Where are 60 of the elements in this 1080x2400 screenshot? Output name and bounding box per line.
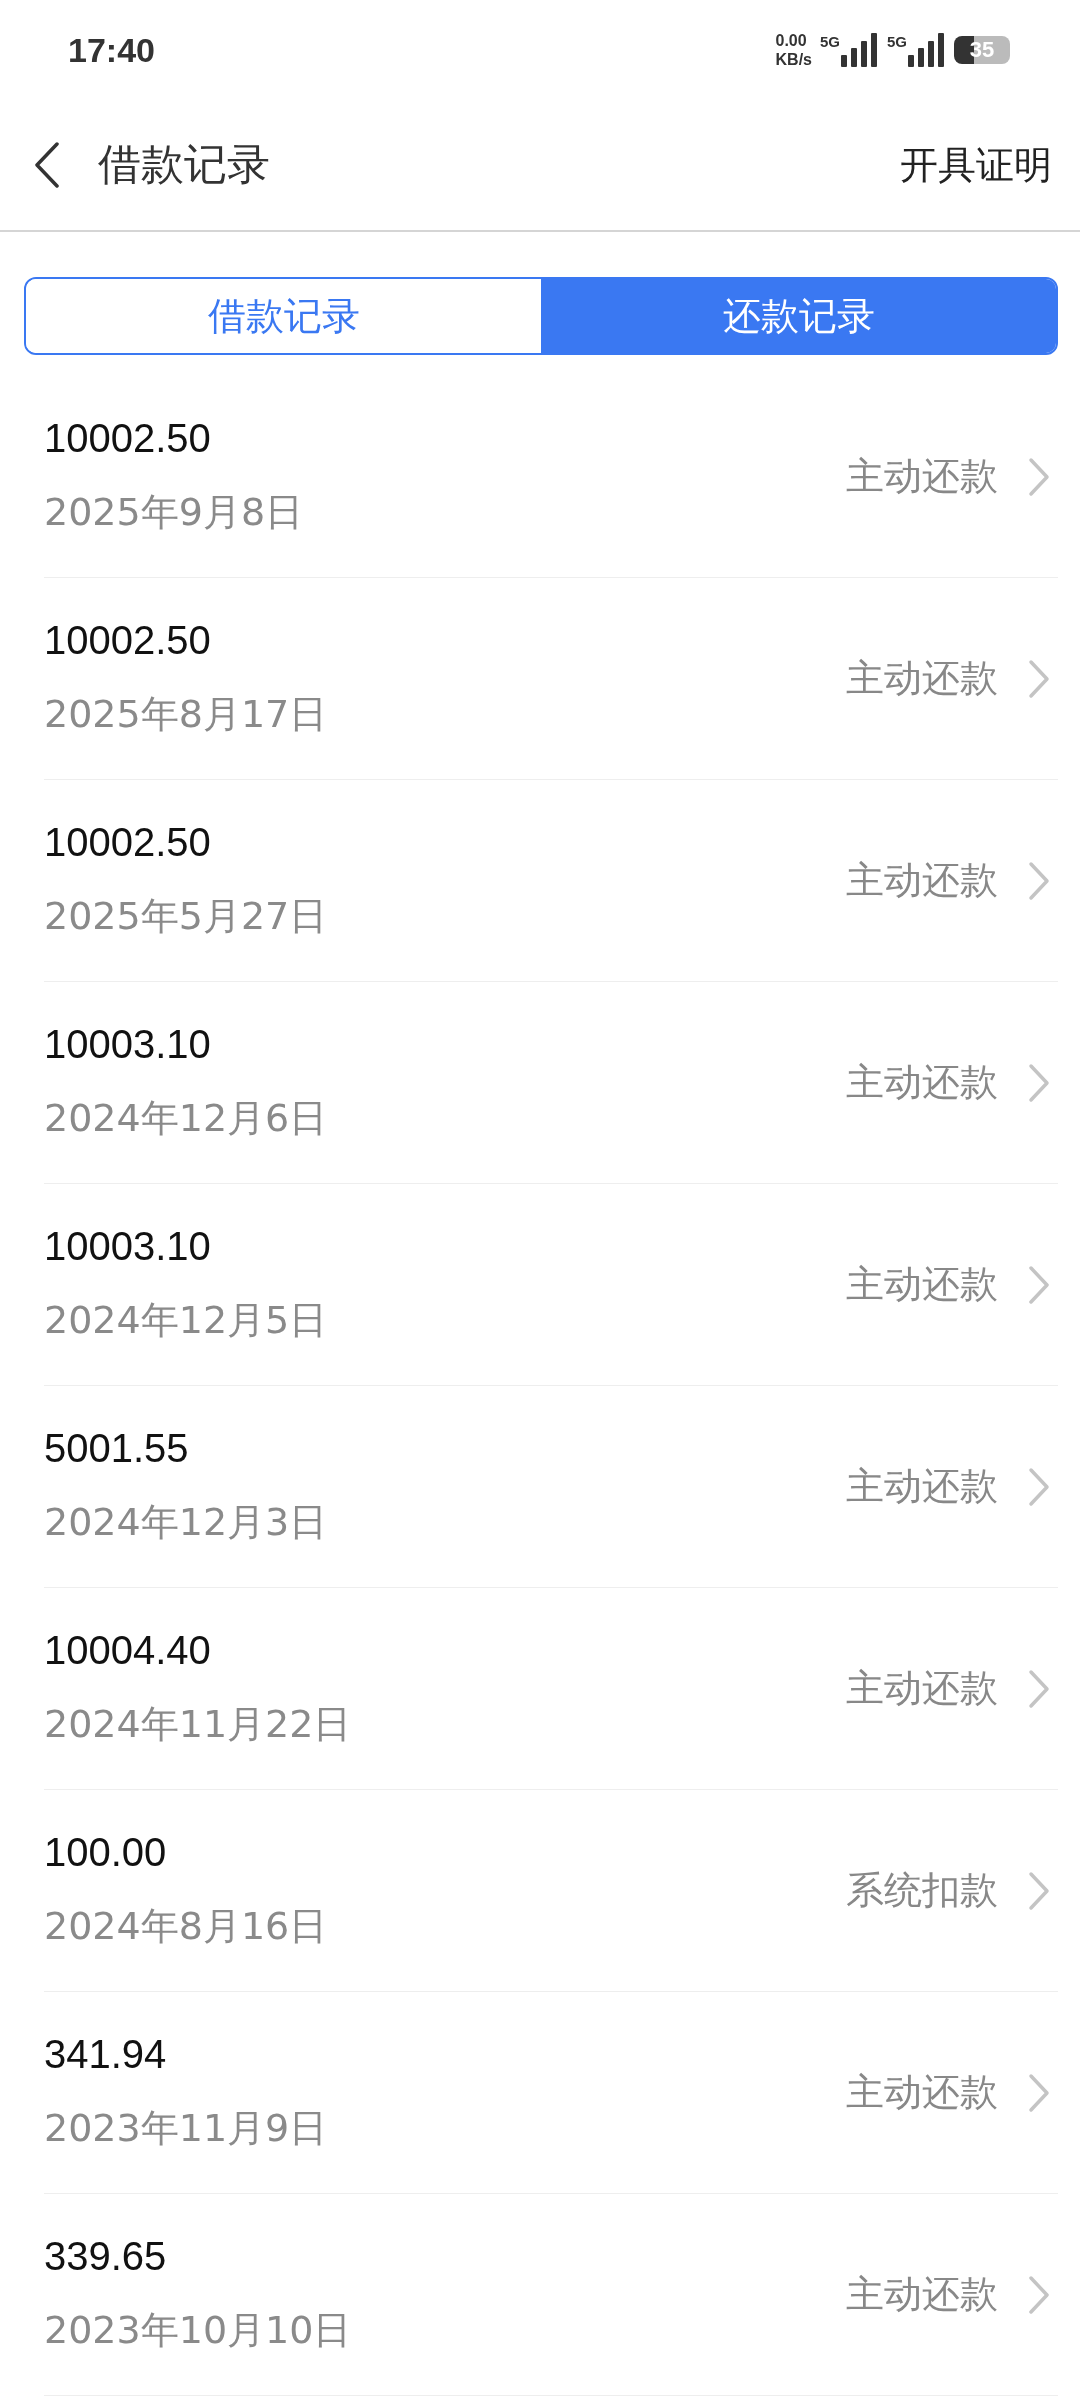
amount: 10003.10	[44, 1223, 212, 1269]
network-speed-unit: KB/s	[775, 50, 812, 69]
amount: 5001.55	[44, 1425, 190, 1471]
repayment-type: 主动还款	[846, 453, 998, 500]
amount: 10003.10	[44, 1021, 212, 1067]
repayment-type: 主动还款	[846, 2271, 998, 2318]
record-row[interactable]: 10004.40 2024年11月22日 主动还款	[44, 1588, 1058, 1790]
date: 2024年12月6日	[44, 1094, 329, 1142]
chevron-right-icon	[1028, 456, 1050, 497]
record-row[interactable]: 5001.55 2024年12月3日 主动还款	[44, 1386, 1058, 1588]
repayment-type: 主动还款	[846, 1261, 998, 1308]
repayment-type: 主动还款	[846, 857, 998, 904]
record-row[interactable]: 10002.50 2025年5月27日 主动还款	[44, 780, 1058, 982]
date: 2024年12月3日	[44, 1498, 329, 1546]
chevron-right-icon	[1028, 860, 1050, 901]
network-speed: 0.00	[775, 31, 808, 50]
repayment-type: 主动还款	[846, 655, 998, 702]
chevron-right-icon	[1028, 1466, 1050, 1507]
certificate-button[interactable]: 开具证明	[900, 139, 1052, 191]
record-row[interactable]: 341.94 2023年11月9日 主动还款	[44, 1992, 1058, 2194]
record-row[interactable]: 339.65 2023年10月10日 主动还款	[44, 2194, 1058, 2396]
amount: 10002.50	[44, 819, 212, 865]
network-type: 5G	[887, 33, 907, 50]
date: 2024年8月16日	[44, 1902, 329, 1950]
amount: 341.94	[44, 2031, 168, 2077]
amount: 339.65	[44, 2233, 168, 2279]
page-title: 借款记录	[98, 138, 271, 191]
record-row[interactable]: 10002.50 2025年9月8日 主动还款	[44, 376, 1058, 578]
repayment-type: 主动还款	[846, 1059, 998, 1106]
clock-time: 17:40	[68, 30, 155, 70]
repayment-type: 主动还款	[846, 1463, 998, 1510]
repayment-type: 系统扣款	[846, 1867, 998, 1914]
date: 2024年12月5日	[44, 1296, 329, 1344]
date: 2023年10月10日	[44, 2306, 353, 2354]
chevron-right-icon	[1028, 1668, 1050, 1709]
amount: 10002.50	[44, 617, 212, 663]
record-row[interactable]: 10003.10 2024年12月5日 主动还款	[44, 1184, 1058, 1386]
record-row[interactable]: 10003.10 2024年12月6日 主动还款	[44, 982, 1058, 1184]
record-row[interactable]: 10002.50 2025年8月17日 主动还款	[44, 578, 1058, 780]
chevron-right-icon	[1028, 1062, 1050, 1103]
tab[interactable]: 还款记录	[541, 279, 1056, 353]
record-row[interactable]: 100.00 2024年8月16日 系统扣款	[44, 1790, 1058, 1992]
chevron-right-icon	[1028, 1870, 1050, 1911]
date: 2024年11月22日	[44, 1700, 353, 1748]
chevron-right-icon	[1028, 2072, 1050, 2113]
chevron-right-icon	[1028, 2274, 1050, 2315]
repayment-type: 主动还款	[846, 1665, 998, 1712]
chevron-right-icon	[1028, 658, 1050, 699]
amount: 100.00	[44, 1829, 168, 1875]
signal-icon	[841, 33, 879, 67]
network-type: 5G	[819, 33, 840, 50]
chevron-right-icon	[1028, 1264, 1050, 1305]
date: 2025年9月8日	[44, 488, 305, 536]
amount: 10002.50	[44, 415, 212, 461]
date: 2025年5月27日	[44, 892, 329, 940]
date: 2023年11月9日	[44, 2104, 329, 2152]
date: 2025年8月17日	[44, 690, 329, 738]
amount: 10004.40	[44, 1627, 212, 1673]
signal-icon	[908, 33, 946, 67]
repayment-type: 主动还款	[846, 2069, 998, 2116]
